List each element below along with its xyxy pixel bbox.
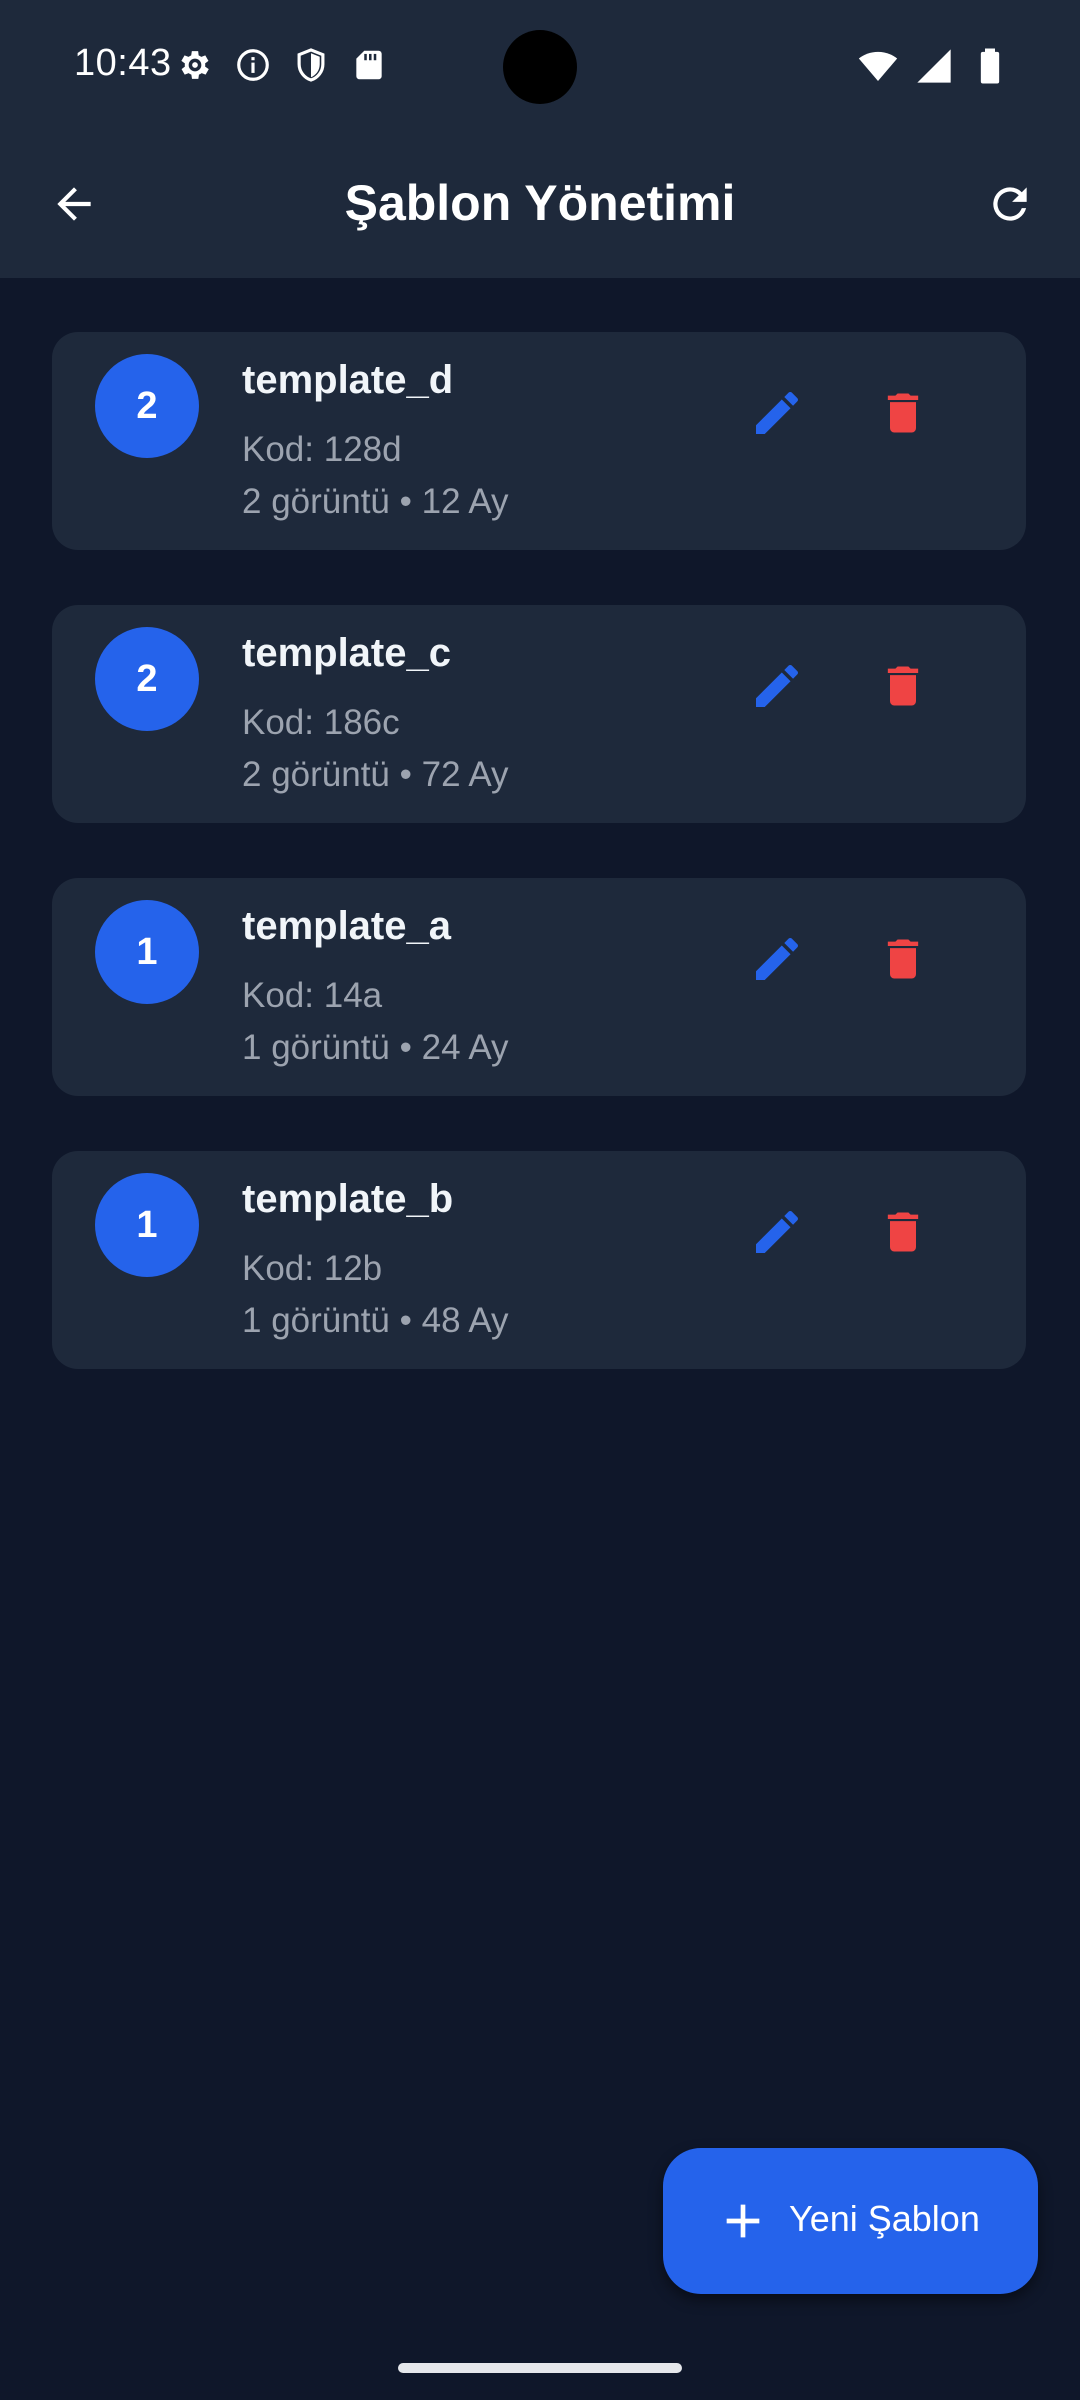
screen: 10:43 Şablon Yönetimi 2 template_d Kod: …: [0, 0, 1080, 2400]
page-title: Şablon Yönetimi: [344, 175, 736, 231]
app-bar: Şablon Yönetimi: [0, 130, 1080, 278]
pencil-icon: [756, 937, 799, 980]
delete-button[interactable]: [868, 651, 938, 721]
status-bar: 10:43: [0, 0, 1080, 130]
image-count-badge: 2: [95, 354, 199, 458]
template-name: template_c: [242, 631, 451, 675]
template-card[interactable]: 2 template_d Kod: 128d 2 görüntü • 12 Ay: [52, 332, 1026, 550]
delete-button[interactable]: [868, 924, 938, 994]
pencil-icon: [756, 664, 799, 707]
status-icons-right: [858, 46, 1010, 86]
delete-button[interactable]: [868, 1197, 938, 1267]
plus-icon: [726, 2204, 760, 2238]
pencil-icon: [756, 391, 799, 434]
template-code: Kod: 186c: [242, 703, 400, 742]
status-icons-left: [176, 46, 388, 84]
signal-icon: [917, 49, 951, 83]
new-template-button[interactable]: Yeni Şablon: [663, 2148, 1038, 2294]
info-icon: [237, 49, 269, 81]
template-name: template_d: [242, 358, 454, 402]
template-list: 2 template_d Kod: 128d 2 görüntü • 12 Ay…: [52, 332, 1026, 1424]
edit-button[interactable]: [742, 924, 812, 994]
status-time: 10:43: [74, 42, 172, 84]
template-meta: 1 görüntü • 24 Ay: [242, 1028, 509, 1067]
edit-button[interactable]: [742, 1197, 812, 1267]
battery-icon: [980, 48, 1000, 84]
edit-button[interactable]: [742, 651, 812, 721]
template-card[interactable]: 1 template_a Kod: 14a 1 görüntü • 24 Ay: [52, 878, 1026, 1096]
template-name: template_a: [242, 904, 451, 948]
template-meta: 2 görüntü • 72 Ay: [242, 755, 509, 794]
refresh-icon: [993, 187, 1027, 221]
template-name: template_b: [242, 1177, 454, 1221]
trash-icon: [887, 393, 919, 433]
home-indicator[interactable]: [398, 2363, 682, 2373]
template-code: Kod: 12b: [242, 1249, 383, 1288]
image-count-badge: 2: [95, 627, 199, 731]
image-count-badge: 1: [95, 900, 199, 1004]
template-meta: 2 görüntü • 12 Ay: [242, 482, 509, 521]
edit-button[interactable]: [742, 378, 812, 448]
delete-button[interactable]: [868, 378, 938, 448]
new-template-label: Yeni Şablon: [789, 2198, 980, 2239]
wifi-icon: [858, 51, 898, 81]
template-card[interactable]: 2 template_c Kod: 186c 2 görüntü • 72 Ay: [52, 605, 1026, 823]
template-card[interactable]: 1 template_b Kod: 12b 1 görüntü • 48 Ay: [52, 1151, 1026, 1369]
trash-icon: [887, 1212, 919, 1252]
template-meta: 1 görüntü • 48 Ay: [242, 1301, 509, 1340]
trash-icon: [887, 666, 919, 706]
refresh-button[interactable]: [976, 170, 1044, 238]
shield-icon: [297, 48, 325, 82]
trash-icon: [887, 939, 919, 979]
template-code: Kod: 128d: [242, 430, 402, 469]
template-code: Kod: 14a: [242, 976, 383, 1015]
sd-card-icon: [356, 50, 382, 80]
gear-icon: [181, 51, 209, 79]
image-count-badge: 1: [95, 1173, 199, 1277]
camera-cutout: [503, 30, 577, 104]
pencil-icon: [756, 1210, 799, 1253]
